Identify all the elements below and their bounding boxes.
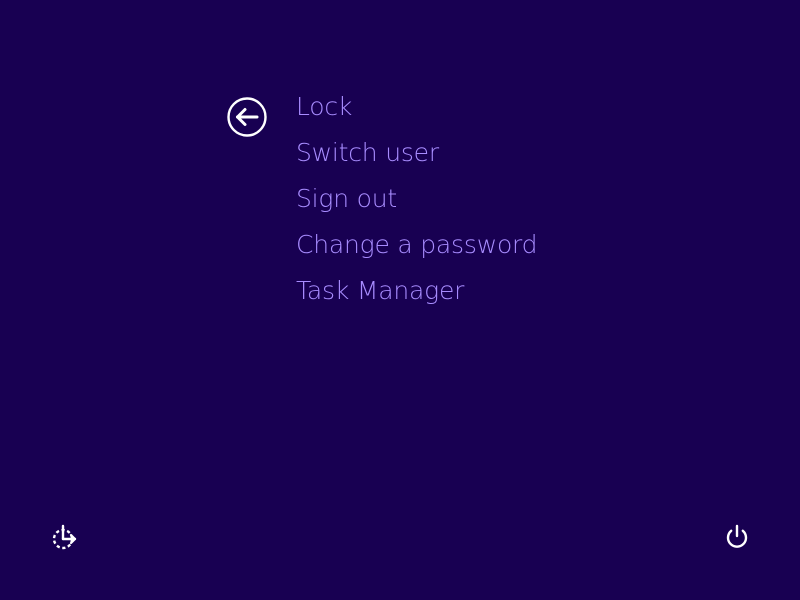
menu-item-change-password[interactable]: Change a password	[296, 222, 538, 268]
back-button[interactable]	[226, 96, 268, 138]
menu-item-switch-user[interactable]: Switch user	[296, 130, 537, 176]
menu-item-task-manager[interactable]: Task Manager	[296, 268, 537, 314]
ease-of-access-icon	[52, 524, 77, 550]
security-options-menu: Lock Switch user Sign out Change a passw…	[296, 84, 538, 314]
power-icon	[726, 524, 748, 548]
menu-item-lock[interactable]: Lock	[296, 84, 537, 130]
secure-attention-screen: Lock Switch user Sign out Change a passw…	[0, 0, 800, 600]
power-button[interactable]	[722, 522, 752, 552]
ease-of-access-button[interactable]	[48, 522, 80, 554]
menu-item-sign-out[interactable]: Sign out	[296, 176, 537, 222]
back-arrow-icon	[227, 97, 267, 137]
